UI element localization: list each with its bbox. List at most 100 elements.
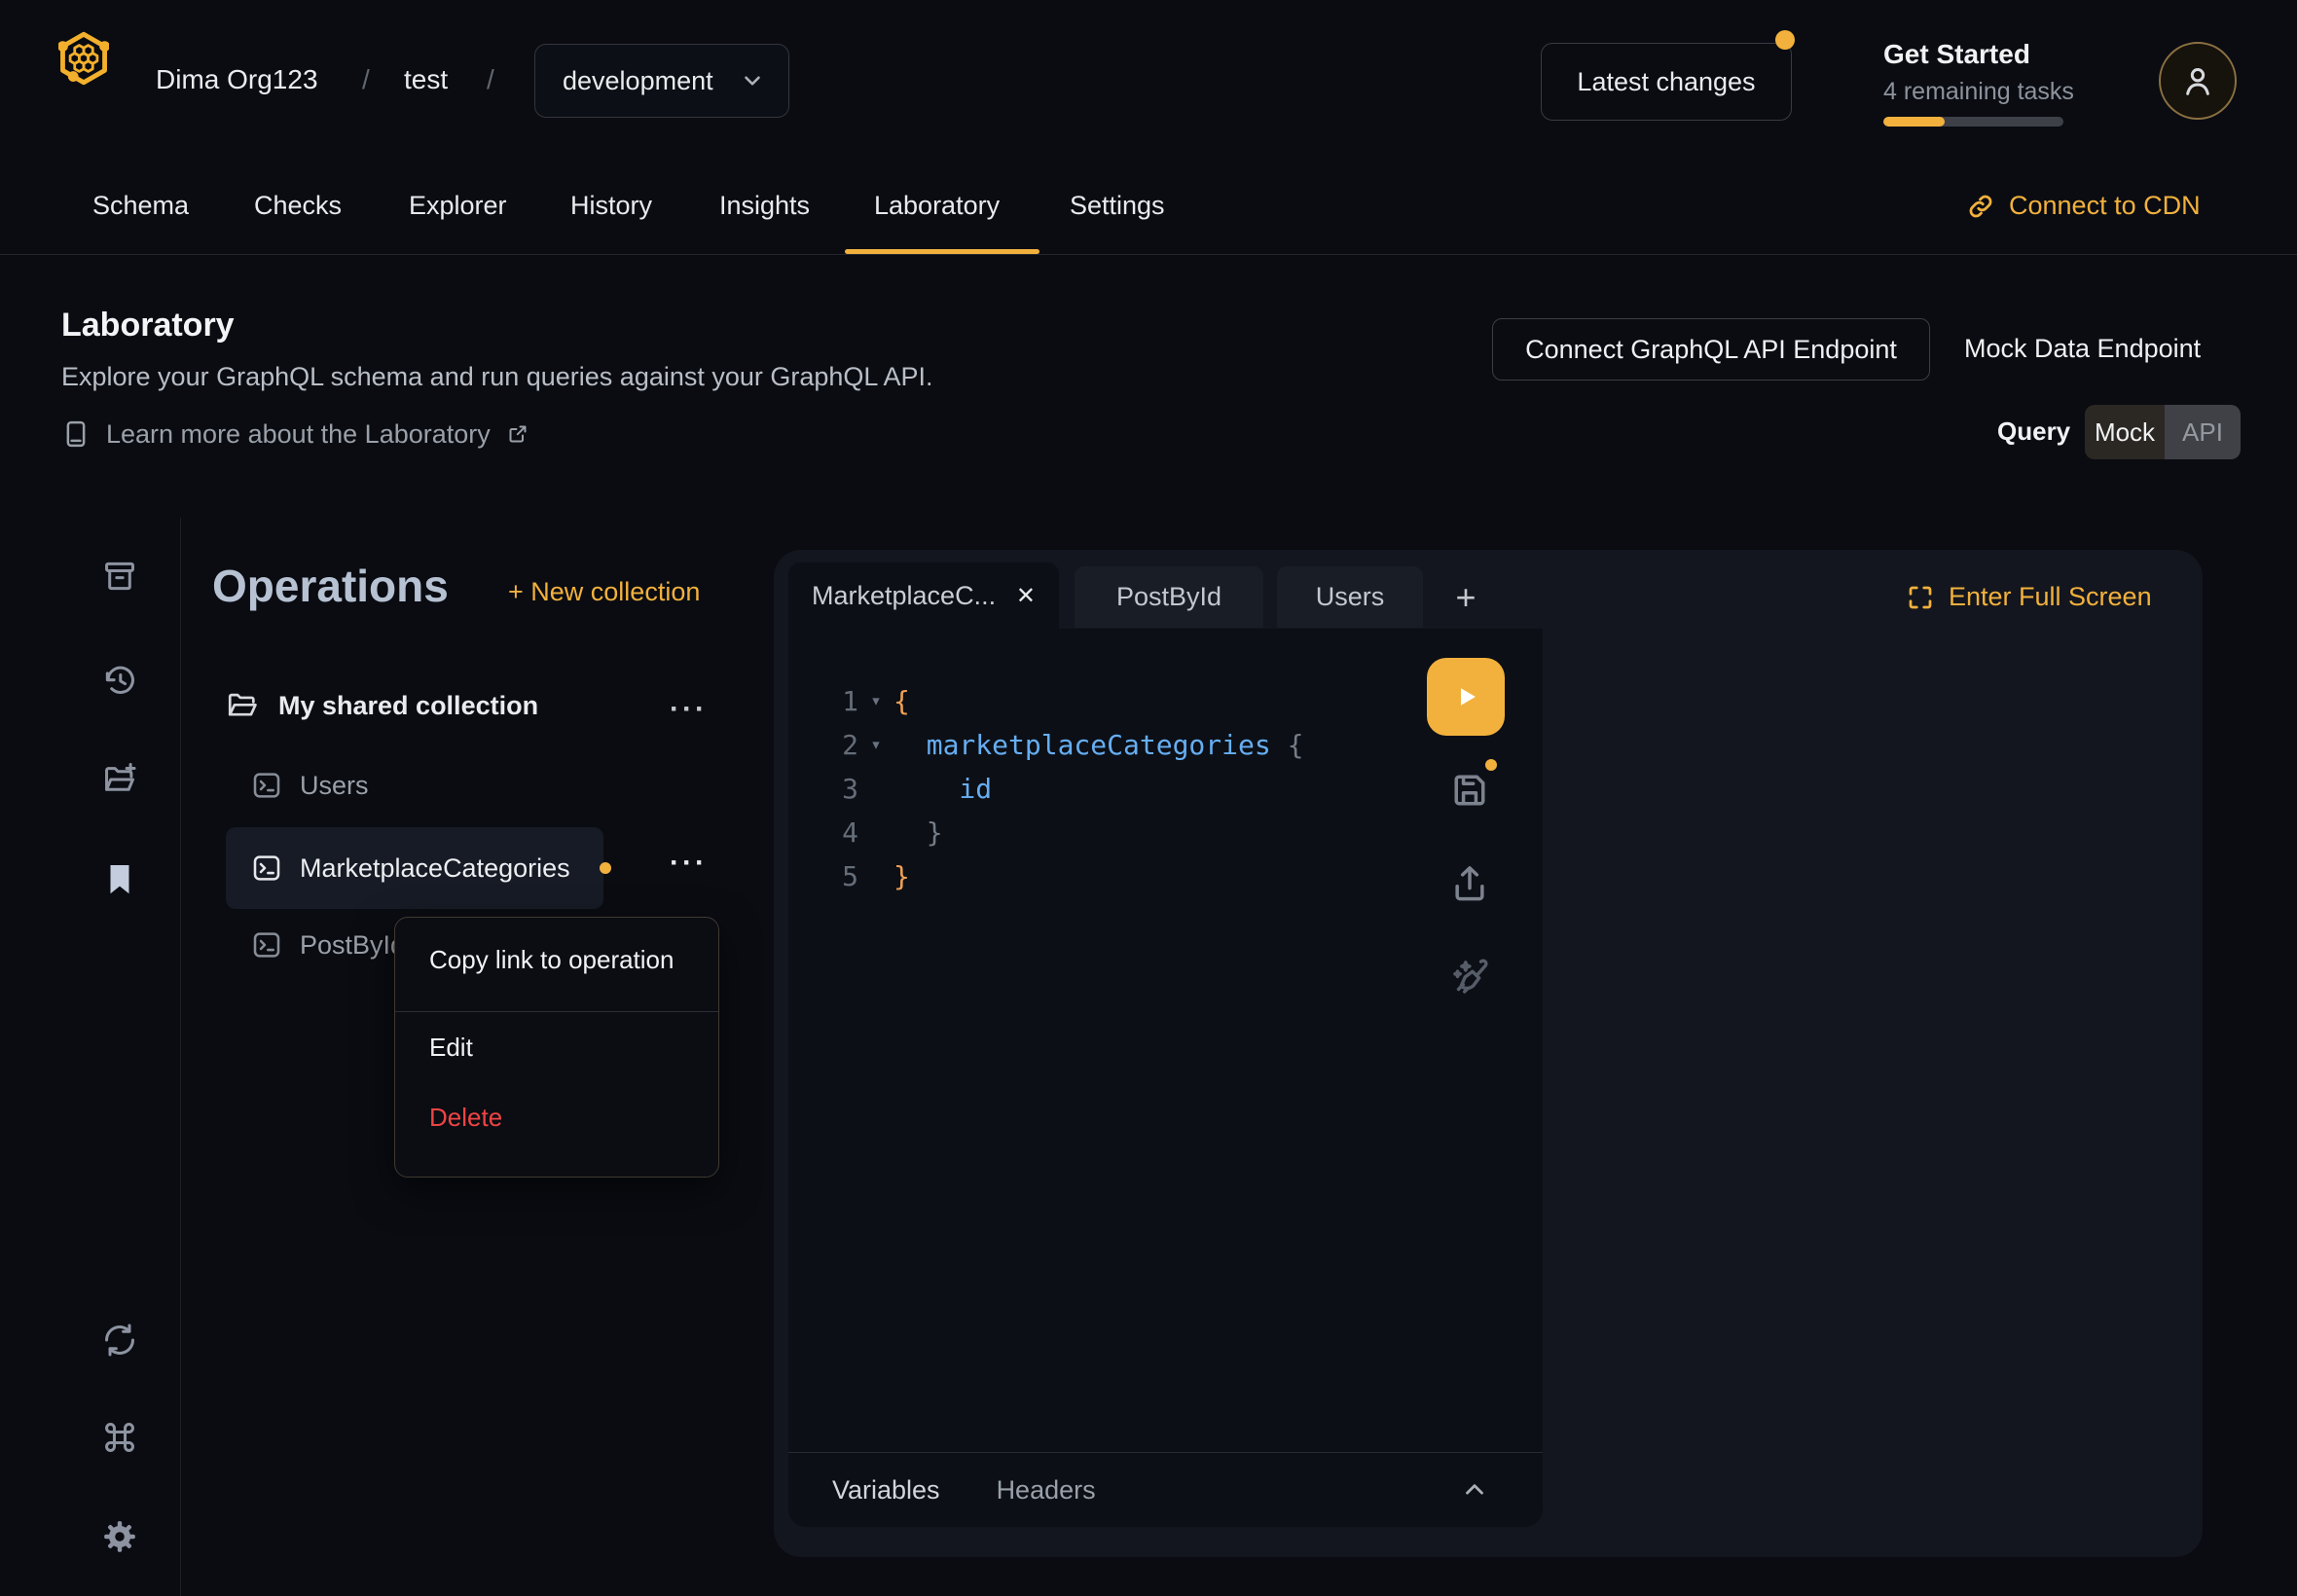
tab-settings[interactable]: Settings: [1070, 191, 1165, 221]
learn-more-label: Learn more about the Laboratory: [106, 419, 491, 450]
new-tab-button[interactable]: [1444, 576, 1487, 619]
operation-context-menu: Copy link to operation Edit Delete: [394, 917, 719, 1178]
code-line: 4 }: [788, 811, 1303, 854]
code-area: 1 { 2 marketplaceCategories { 3 id 4 } 5…: [788, 679, 1303, 898]
book-icon: [61, 418, 91, 450]
operation-more-icon[interactable]: [670, 847, 708, 880]
code-line: 2 marketplaceCategories {: [788, 723, 1303, 767]
tab-explorer[interactable]: Explorer: [409, 191, 507, 221]
breadcrumb-separator: /: [362, 64, 370, 95]
code-line: 1 {: [788, 679, 1303, 723]
command-icon[interactable]: [101, 1419, 138, 1456]
fold-arrow-icon[interactable]: [858, 679, 893, 723]
editor-tab-marketplacecategories[interactable]: MarketplaceC...: [788, 562, 1059, 629]
mode-api-option[interactable]: API: [2165, 405, 2241, 459]
enter-fullscreen-button[interactable]: Enter Full Screen: [1906, 582, 2152, 612]
breadcrumb-org[interactable]: Dima Org123: [156, 64, 318, 95]
code-token: {: [893, 679, 910, 723]
new-collection-button[interactable]: + New collection: [508, 577, 700, 607]
user-avatar[interactable]: [2159, 42, 2237, 120]
breadcrumb-separator: /: [487, 64, 494, 95]
connect-to-cdn-link[interactable]: Connect to CDN: [1966, 191, 2201, 221]
terminal-icon: [251, 852, 282, 884]
editor-footer-bar: Variables Headers: [788, 1452, 1543, 1527]
unsaved-indicator-dot: [1485, 759, 1497, 771]
menu-copy-link[interactable]: Copy link to operation: [429, 945, 674, 975]
mock-data-endpoint-button[interactable]: Mock Data Endpoint: [1964, 334, 2201, 364]
editor-tab-users[interactable]: Users: [1277, 566, 1423, 628]
learn-more-link[interactable]: Learn more about the Laboratory: [61, 418, 529, 450]
code-token: id: [893, 767, 992, 811]
editor-tab-label: MarketplaceC...: [812, 581, 996, 611]
tab-schema[interactable]: Schema: [92, 191, 189, 221]
get-started-title[interactable]: Get Started: [1883, 39, 2030, 70]
unsaved-changes-dot: [600, 862, 611, 874]
tab-history[interactable]: History: [570, 191, 652, 221]
menu-edit[interactable]: Edit: [429, 1033, 473, 1063]
tab-laboratory[interactable]: Laboratory: [874, 191, 1000, 221]
headers-tab[interactable]: Headers: [997, 1475, 1096, 1505]
line-number: 1: [788, 679, 858, 723]
operations-title: Operations: [212, 560, 449, 612]
collection-name: My shared collection: [278, 691, 538, 721]
close-tab-icon[interactable]: [1016, 582, 1036, 610]
fold-arrow-icon[interactable]: [858, 723, 893, 767]
play-icon: [1449, 680, 1482, 713]
mode-mock-option[interactable]: Mock: [2085, 405, 2165, 459]
terminal-icon: [251, 770, 282, 801]
share-button[interactable]: [1448, 862, 1491, 905]
fold-spacer: [858, 854, 893, 898]
operation-label: Users: [300, 771, 369, 801]
bookmark-icon[interactable]: [101, 861, 138, 898]
history-icon[interactable]: [101, 662, 138, 699]
code-token: }: [893, 854, 910, 898]
tab-checks[interactable]: Checks: [254, 191, 342, 221]
connect-to-cdn-label: Connect to CDN: [2009, 191, 2201, 221]
run-query-button[interactable]: [1427, 658, 1505, 736]
operation-label: PostById: [300, 930, 405, 961]
menu-delete[interactable]: Delete: [429, 1103, 502, 1133]
line-number: 3: [788, 767, 858, 811]
progress-fill: [1883, 117, 1945, 127]
hive-logo[interactable]: [58, 31, 109, 86]
environment-value: development: [563, 66, 722, 96]
sidebar-divider: [180, 518, 181, 1596]
prettify-button[interactable]: [1448, 956, 1491, 998]
get-started-progress: [1883, 117, 2063, 127]
query-mode-toggle: Mock API: [2085, 405, 2241, 459]
line-number: 5: [788, 854, 858, 898]
page-title: Laboratory: [61, 307, 235, 345]
save-button[interactable]: [1448, 769, 1491, 812]
code-line: 3 id: [788, 767, 1303, 811]
operation-row-users[interactable]: Users: [226, 751, 603, 819]
active-tab-underline: [845, 249, 1039, 254]
collapse-chevron-icon[interactable]: [1460, 1475, 1489, 1505]
breadcrumb-project[interactable]: test: [404, 64, 448, 95]
editor-tab-postbyid[interactable]: PostById: [1075, 566, 1263, 628]
sync-icon[interactable]: [101, 1322, 138, 1359]
code-token: }: [893, 811, 943, 854]
archive-icon[interactable]: [101, 558, 138, 595]
notification-dot: [1775, 30, 1795, 50]
terminal-icon: [251, 929, 282, 961]
link-icon: [1966, 192, 1995, 221]
variables-tab[interactable]: Variables: [832, 1475, 940, 1505]
code-token: marketplaceCategories: [893, 723, 1288, 767]
query-mode-label: Query: [1997, 417, 2070, 447]
environment-dropdown[interactable]: development: [534, 44, 789, 118]
settings-gear-icon[interactable]: [101, 1518, 138, 1555]
get-started-subtitle: 4 remaining tasks: [1883, 78, 2074, 106]
operation-row-marketplacecategories[interactable]: MarketplaceCategories: [226, 827, 603, 909]
code-token: {: [1288, 723, 1304, 767]
fold-spacer: [858, 767, 893, 811]
fullscreen-icon: [1906, 583, 1935, 612]
collection-more-icon[interactable]: [670, 693, 708, 726]
connect-graphql-endpoint-button[interactable]: Connect GraphQL API Endpoint: [1492, 318, 1930, 381]
tab-insights[interactable]: Insights: [719, 191, 810, 221]
code-line: 5 }: [788, 854, 1303, 898]
latest-changes-button[interactable]: Latest changes: [1541, 43, 1792, 121]
collection-header[interactable]: My shared collection: [226, 689, 538, 722]
line-number: 4: [788, 811, 858, 854]
new-folder-icon[interactable]: [101, 761, 138, 798]
editor-tab-label: PostById: [1116, 582, 1221, 612]
